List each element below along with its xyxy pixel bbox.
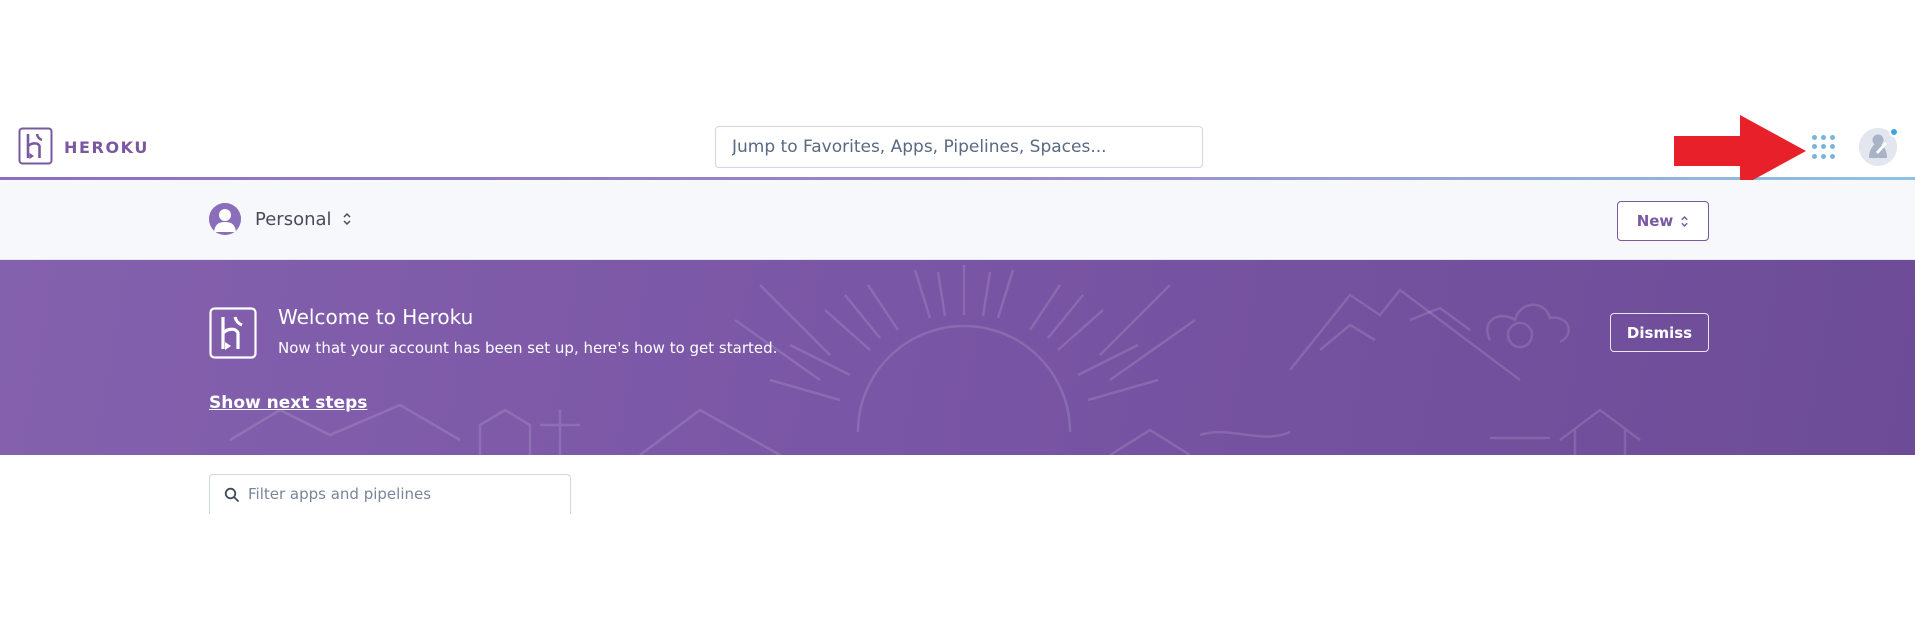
notification-badge	[1889, 127, 1899, 137]
account-label: Personal	[255, 208, 332, 230]
dismiss-button[interactable]: Dismiss	[1610, 313, 1709, 352]
apps-grid-dot	[1830, 153, 1835, 159]
apps-grid-dot	[1812, 135, 1817, 140]
chevron-up-down-icon	[1681, 215, 1689, 227]
global-search-input[interactable]	[715, 126, 1203, 168]
apps-grid-icon[interactable]	[1811, 134, 1837, 160]
banner-title: Welcome to Heroku	[278, 305, 474, 329]
apps-grid-dot	[1821, 153, 1826, 159]
show-next-steps-link[interactable]: Show next steps	[209, 393, 367, 413]
welcome-banner	[0, 260, 1915, 455]
new-button-label: New	[1636, 212, 1674, 230]
heroku-logo-icon[interactable]	[18, 127, 53, 165]
personal-account-icon	[209, 203, 241, 235]
account-switcher[interactable]: Personal	[209, 202, 352, 236]
search-icon	[224, 487, 240, 503]
banner-subtitle: Now that your account has been set up, h…	[278, 339, 778, 357]
apps-grid-dot	[1830, 144, 1835, 150]
filter-box	[209, 474, 571, 514]
banner-illustration	[229, 265, 1641, 455]
red-arrow-icon	[1674, 115, 1806, 187]
new-button[interactable]: New	[1617, 201, 1709, 241]
chevron-up-down-icon	[343, 212, 351, 226]
person-silhouette-icon	[209, 203, 241, 235]
apps-grid-dot	[1812, 153, 1817, 159]
filter-apps-input[interactable]	[248, 481, 548, 507]
apps-grid-dot	[1812, 144, 1817, 150]
apps-grid-dot	[1821, 135, 1826, 140]
heroku-banner-logo-icon	[209, 307, 257, 359]
apps-grid-dot	[1830, 135, 1835, 140]
heroku-wordmark[interactable]: HEROKU	[64, 138, 149, 157]
apps-grid-dot	[1821, 144, 1826, 150]
